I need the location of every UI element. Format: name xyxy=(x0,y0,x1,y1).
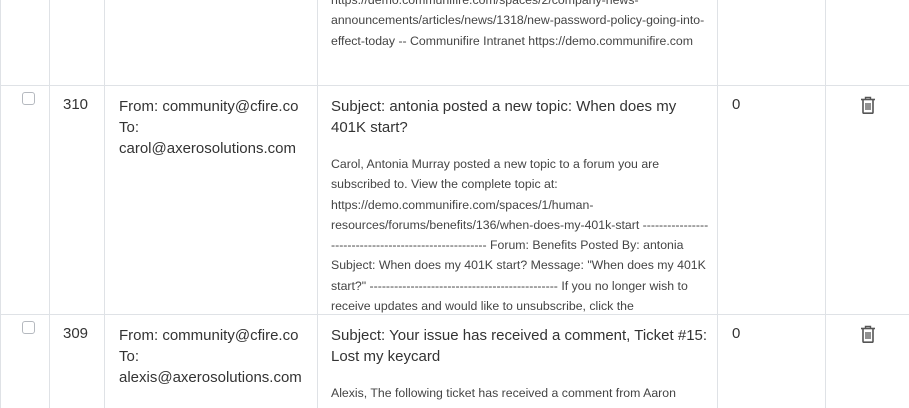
table-row: https://demo.communifire.com/spaces/2/co… xyxy=(0,0,909,85)
message-body: https://demo.communifire.com/spaces/2/co… xyxy=(331,0,705,48)
message-subject: Subject: antonia posted a new topic: Whe… xyxy=(331,98,677,136)
table-row: 310 From: community@cfire.co To: carol@a… xyxy=(0,86,909,314)
trash-icon[interactable] xyxy=(860,96,876,114)
from-to-addresses: From: community@cfire.co To: alexis@axer… xyxy=(119,327,302,386)
count-cell: 0 xyxy=(718,86,826,314)
row-checkbox[interactable] xyxy=(22,321,35,334)
from-cell xyxy=(105,0,318,85)
subject-cell: Subject: Your issue has received a comme… xyxy=(318,315,718,408)
row-select-cell xyxy=(0,315,50,408)
id-cell: 310 xyxy=(50,86,105,314)
subject-cell: https://demo.communifire.com/spaces/2/co… xyxy=(318,0,718,85)
subject-cell: Subject: antonia posted a new topic: Whe… xyxy=(318,86,718,314)
id-cell: 309 xyxy=(50,315,105,408)
id-cell xyxy=(50,0,105,85)
from-to-addresses: From: community@cfire.co To: carol@axero… xyxy=(119,98,299,157)
table-row: 309 From: community@cfire.co To: alexis@… xyxy=(0,315,909,408)
count-cell xyxy=(718,0,826,85)
from-cell: From: community@cfire.co To: carol@axero… xyxy=(105,86,318,314)
message-id: 310 xyxy=(63,96,89,113)
send-count: 0 xyxy=(732,325,741,342)
email-queue-table: https://demo.communifire.com/spaces/2/co… xyxy=(0,0,909,408)
message-body: Carol, Antonia Murray posted a new topic… xyxy=(331,157,709,314)
row-select-cell xyxy=(0,0,50,85)
trash-icon[interactable] xyxy=(860,325,876,343)
message-body: Alexis, The following ticket has receive… xyxy=(331,386,676,400)
row-checkbox[interactable] xyxy=(22,92,35,105)
actions-cell xyxy=(826,86,909,314)
from-cell: From: community@cfire.co To: alexis@axer… xyxy=(105,315,318,408)
message-subject: Subject: Your issue has received a comme… xyxy=(331,327,708,365)
row-select-cell xyxy=(0,86,50,314)
actions-cell xyxy=(826,0,909,85)
count-cell: 0 xyxy=(718,315,826,408)
send-count: 0 xyxy=(732,96,741,113)
message-id: 309 xyxy=(63,325,89,342)
actions-cell xyxy=(826,315,909,408)
